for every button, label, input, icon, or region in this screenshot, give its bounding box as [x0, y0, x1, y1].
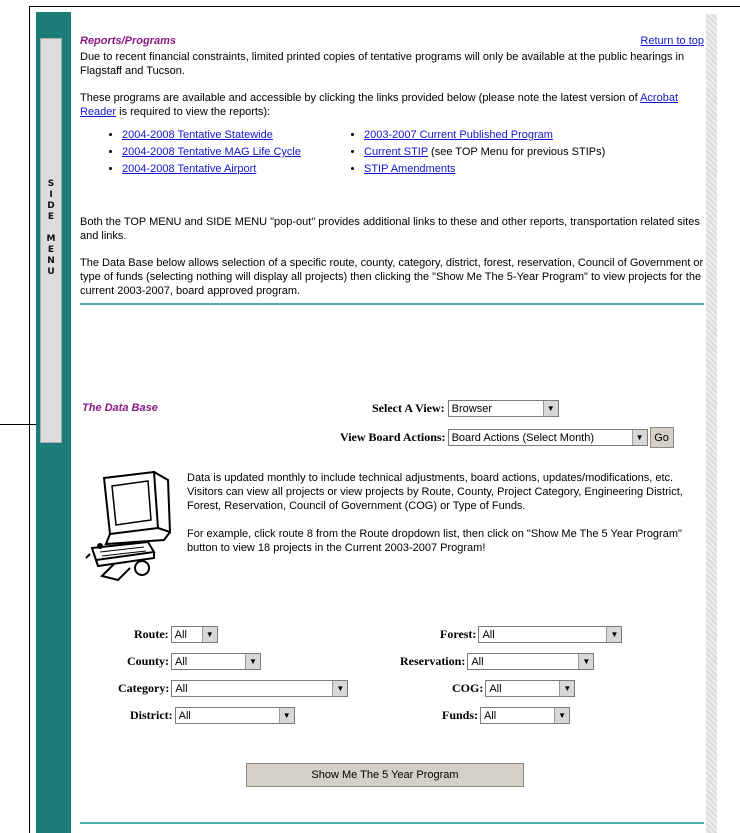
county-dropdown[interactable]: All ▼ — [171, 653, 262, 670]
link-current-stip[interactable]: Current STIP — [364, 146, 428, 158]
computer-illustration-icon — [85, 470, 172, 582]
database-info-text: Data is updated monthly to include techn… — [187, 472, 683, 512]
access-paragraph: These programs are available and accessi… — [80, 92, 679, 118]
funds-dropdown[interactable]: All ▼ — [480, 707, 571, 724]
popout-paragraph: Both the TOP MENU and SIDE MENU "pop-out… — [80, 216, 700, 242]
list-item: STIP Amendments — [364, 161, 605, 178]
reservation-label: Reservation: — [400, 654, 466, 668]
link-tentative-mag[interactable]: 2004-2008 Tentative MAG Life Cycle — [122, 146, 301, 158]
database-example-text: For example, click route 8 from the Rout… — [187, 528, 682, 554]
show-5-year-program-button[interactable]: Show Me The 5 Year Program — [246, 763, 524, 787]
link-tentative-airport[interactable]: 2004-2008 Tentative Airport — [122, 163, 256, 175]
chevron-down-icon: ▼ — [578, 654, 594, 669]
district-label: District: — [130, 708, 173, 722]
chevron-down-icon: ▼ — [201, 627, 217, 642]
intro-paragraph: Due to recent financial constraints, lim… — [80, 51, 685, 77]
list-item: 2004-2008 Tentative MAG Life Cycle — [122, 144, 352, 161]
list-item: Current STIP (see TOP Menu for previous … — [364, 144, 605, 161]
board-actions-dropdown[interactable]: Board Actions (Select Month) ▼ — [447, 429, 648, 446]
county-label: County: — [127, 654, 170, 668]
database-paragraph: The Data Base below allows selection of … — [80, 257, 704, 297]
chevron-down-icon: ▼ — [559, 681, 575, 696]
chevron-down-icon: ▼ — [631, 430, 647, 445]
route-dropdown[interactable]: All ▼ — [170, 626, 218, 643]
reports-section-title: Reports/Programs — [80, 35, 176, 47]
link-stip-amendments[interactable]: STIP Amendments — [364, 163, 456, 175]
section-divider — [80, 303, 704, 305]
chevron-down-icon: ▼ — [606, 627, 622, 642]
chevron-down-icon: ▼ — [542, 401, 558, 416]
list-item: 2004-2008 Tentative Statewide — [122, 127, 352, 144]
side-menu-tab[interactable]: S I D E M E N U — [40, 38, 62, 443]
route-label: Route: — [134, 627, 169, 641]
go-button[interactable]: Go — [649, 427, 674, 448]
scrollbar-track[interactable] — [706, 14, 717, 833]
select-view-dropdown[interactable]: Browser ▼ — [447, 400, 559, 417]
chevron-down-icon: ▼ — [332, 681, 348, 696]
chevron-down-icon: ▼ — [278, 708, 294, 723]
program-links: 2004-2008 Tentative Statewide 2004-2008 … — [80, 127, 704, 178]
cog-dropdown[interactable]: All ▼ — [485, 680, 576, 697]
category-label: Category: — [118, 681, 170, 695]
divider-line — [0, 424, 36, 425]
bottom-divider — [80, 822, 704, 824]
main-content: Reports/Programs Return to top Due to re… — [80, 34, 704, 305]
link-current-published[interactable]: 2003-2007 Current Published Program — [364, 129, 553, 141]
link-tentative-statewide[interactable]: 2004-2008 Tentative Statewide — [122, 129, 273, 141]
chevron-down-icon: ▼ — [245, 654, 261, 669]
category-dropdown[interactable]: All ▼ — [171, 680, 349, 697]
reservation-dropdown[interactable]: All ▼ — [467, 653, 595, 670]
return-to-top-link[interactable]: Return to top — [640, 34, 704, 48]
forest-label: Forest: — [440, 627, 477, 641]
database-section-title: The Data Base — [82, 402, 158, 414]
side-menu-label: S I D E M E N U — [46, 179, 56, 277]
forest-dropdown[interactable]: All ▼ — [478, 626, 623, 643]
chevron-down-icon: ▼ — [554, 708, 570, 723]
list-item: 2003-2007 Current Published Program — [364, 127, 605, 144]
list-item: 2004-2008 Tentative Airport — [122, 161, 352, 178]
cog-label: COG: — [452, 681, 484, 695]
select-view-label: Select A View: — [372, 401, 445, 415]
board-actions-label: View Board Actions: — [340, 430, 446, 444]
district-dropdown[interactable]: All ▼ — [174, 707, 295, 724]
funds-label: Funds: — [442, 708, 479, 722]
